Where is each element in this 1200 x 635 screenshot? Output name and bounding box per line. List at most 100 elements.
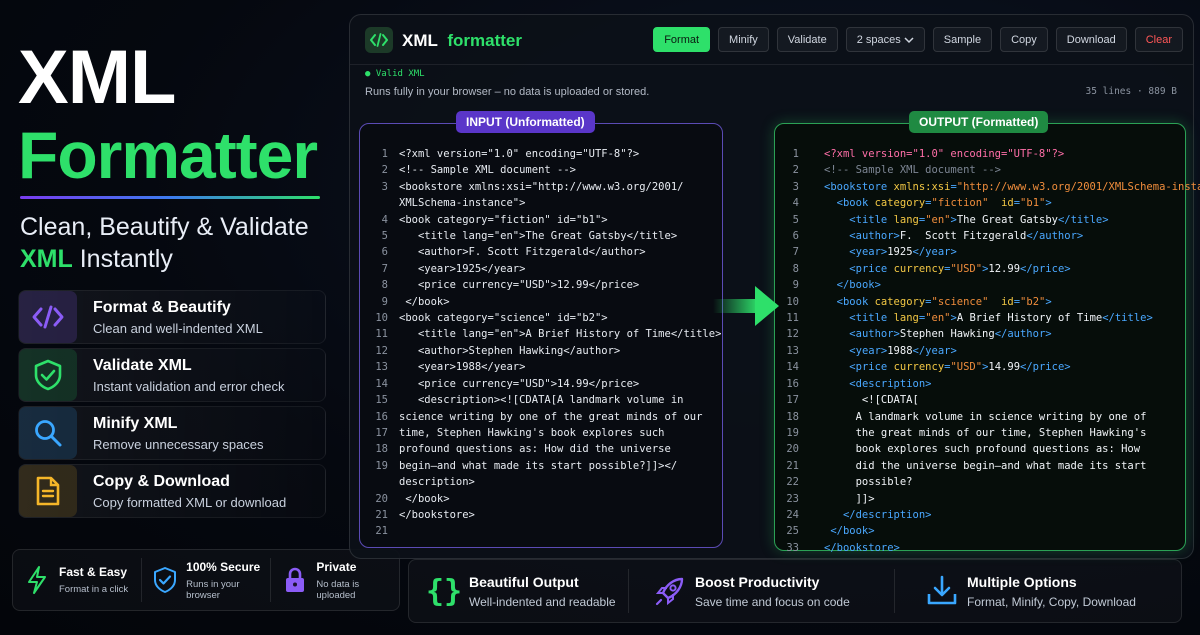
code-line: 7 <year>1925</year> <box>360 261 721 277</box>
code-line: 14 <price currency="USD">14.99</price> <box>360 376 721 392</box>
code-token: 1988 <box>887 344 913 357</box>
code-token: </book> <box>399 492 450 505</box>
validation-status: ● Valid XML <box>365 69 425 79</box>
code-token: <author>F. Scott Fitzgerald</author> <box>399 246 646 259</box>
code-line: 2 <!-- Sample XML document --> <box>775 162 1200 178</box>
svg-text:{}: {} <box>427 574 461 609</box>
output-panel[interactable]: OUTPUT (Formatted) 1 <?xml version="1.0" … <box>774 111 1200 554</box>
line-number: 6 <box>792 230 799 243</box>
code-token: "fiction" <box>931 197 989 210</box>
code-token: <book category="science" id="b2"> <box>399 312 608 325</box>
code-line: 15 <description><![CDATA[A landmark volu… <box>360 392 721 408</box>
lock-icon <box>281 566 308 594</box>
arrow-right-icon <box>713 283 781 334</box>
code-line: 10 <book category="science" id="b2"> <box>775 294 1200 310</box>
code-line: 12 <author>Stephen Hawking</author> <box>360 343 721 359</box>
line-number: 3 <box>792 180 799 193</box>
hero-subtitle-line2: XML Instantly <box>20 243 309 275</box>
line-number: 24 <box>786 508 799 521</box>
code-token: Stephen Hawking <box>899 328 995 341</box>
code-line: 18 profound questions as: How did the uni… <box>360 441 721 457</box>
code-line: 5 <title lang="en">The Great Gatsby</tit… <box>775 212 1200 228</box>
app-name-xml: XML <box>402 31 438 50</box>
code-token: <title lang="en">The Great Gatsby</title… <box>399 230 678 243</box>
indent-select[interactable]: 2 spaces <box>845 27 925 52</box>
line-number: 12 <box>375 344 388 357</box>
highlight-title: Multiple Options <box>967 573 1077 590</box>
code-token: "USD" <box>950 361 983 374</box>
code-line: XMLSchema-instance"> <box>360 195 721 211</box>
shield-check-icon <box>19 349 77 401</box>
badge-private: Private No data is uploaded <box>271 558 399 602</box>
feature-format: Format & Beautify Clean and well-indente… <box>18 290 326 344</box>
line-number: 20 <box>786 443 799 456</box>
code-token: category <box>874 295 926 308</box>
line-number: 7 <box>381 262 388 275</box>
code-token: <year>1925</year> <box>399 262 526 275</box>
validate-button[interactable]: Validate <box>776 27 838 52</box>
code-token: xmlns:xsi <box>893 180 951 193</box>
rocket-icon <box>645 573 695 609</box>
feature-desc: Copy formatted XML or download <box>93 494 287 510</box>
input-editor[interactable]: 1 <?xml version="1.0" encoding="UTF-8"?> 2… <box>360 146 721 540</box>
shield-check-icon <box>152 566 178 594</box>
line-number: 21 <box>375 525 388 538</box>
hero-subtitle-line1: Clean, Beautify & Validate <box>20 213 309 241</box>
code-token: ]]> <box>824 492 875 505</box>
feature-title: Format & Beautify <box>93 298 231 316</box>
document-stats: 35 lines · 889 B <box>1085 86 1177 97</box>
code-line: 23 ]]> <box>775 491 1200 507</box>
code-line: 12 <author>Stephen Hawking</author> <box>775 326 1200 342</box>
feature-desc: Remove unnecessary spaces <box>93 436 264 452</box>
code-token: <!-- Sample XML document --> <box>824 164 1002 177</box>
minify-button[interactable]: Minify <box>718 27 769 52</box>
output-panel-label: OUTPUT (Formatted) <box>909 111 1049 133</box>
code-token: </bookstore> <box>399 508 475 521</box>
code-line: 1 <?xml version="1.0" encoding="UTF-8"?> <box>775 146 1200 162</box>
code-line: 19 the great minds of our time, Stephen … <box>775 425 1200 441</box>
code-line: 11 <title lang="en">A Brief History of T… <box>360 326 721 342</box>
feature-title: Validate XML <box>93 356 192 374</box>
chevron-down-icon <box>904 36 914 43</box>
hero-divider <box>20 196 320 199</box>
sample-button[interactable]: Sample <box>932 27 993 52</box>
code-token: 14.99 <box>988 361 1021 374</box>
code-token: 1925 <box>887 246 913 259</box>
download-button[interactable]: Download <box>1055 27 1127 52</box>
clear-button[interactable]: Clear <box>1134 27 1183 52</box>
badge-desc: No data is uploaded <box>316 578 360 601</box>
line-number: 23 <box>786 492 799 505</box>
code-token: A Brief History of Time <box>956 312 1103 325</box>
code-token: <?xml version="1.0" encoding="UTF-8"?> <box>824 148 1065 160</box>
badge-desc: Format in a click <box>59 584 129 595</box>
output-editor[interactable]: 1 <?xml version="1.0" encoding="UTF-8"?> 2… <box>775 146 1200 556</box>
line-number: 7 <box>792 246 799 259</box>
code-token: "en" <box>925 213 951 226</box>
input-panel[interactable]: INPUT (Unformatted) 1 <?xml version="1.0"… <box>359 111 723 548</box>
indent-select-value: 2 spaces <box>856 33 901 46</box>
code-line: 21 </bookstore> <box>360 507 721 523</box>
code-icon <box>365 27 393 53</box>
copy-button[interactable]: Copy <box>1000 27 1048 52</box>
code-token: <title <box>849 312 894 325</box>
code-token: description> <box>399 476 475 489</box>
code-line: 9 </book> <box>360 294 721 310</box>
format-button[interactable]: Format <box>653 27 711 52</box>
code-token: </author> <box>994 328 1052 341</box>
code-token: <!-- Sample XML document --> <box>399 164 577 177</box>
code-token: <author> <box>849 230 900 243</box>
line-number: 21 <box>786 459 799 472</box>
code-token: </title> <box>1102 312 1153 325</box>
code-line: 14 <price currency="USD">14.99</price> <box>775 359 1200 375</box>
code-token: id <box>1001 295 1014 308</box>
hero-subtitle-instantly: Instantly <box>72 245 173 273</box>
code-line: 3 <bookstore xmlns:xsi="http://www.w3.org… <box>360 179 721 195</box>
line-number: 1 <box>792 148 799 160</box>
app-name-formatter: formatter <box>447 31 522 50</box>
